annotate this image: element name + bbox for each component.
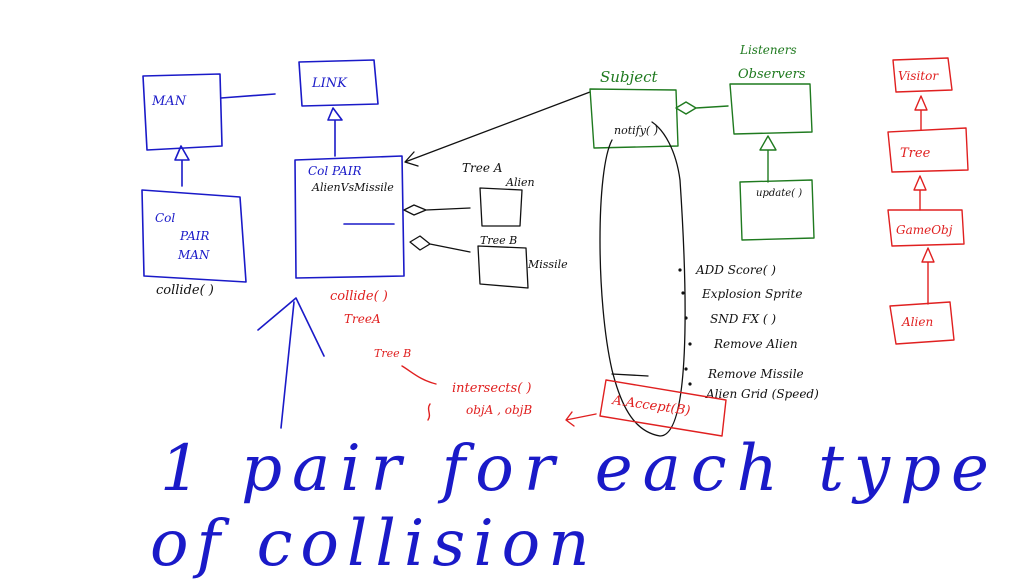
man-link-line	[220, 93, 276, 99]
alien-red-label: Alien	[901, 315, 933, 329]
observers-label: Observers	[738, 67, 806, 82]
visitor-label: Visitor	[898, 69, 939, 83]
col-pair-man-label-3: MAN	[177, 248, 210, 262]
objs-text: objA , objB	[466, 403, 532, 417]
tree-a-shape	[479, 187, 523, 227]
observers-box	[729, 83, 813, 135]
tree-label: Tree	[900, 146, 931, 161]
list-item-4: Remove Alien	[713, 337, 798, 351]
list-item-5: Remove Missile	[707, 367, 804, 381]
aggregation-tree-a	[403, 204, 471, 216]
gameobj-label: GameObj	[896, 223, 953, 237]
red-arrow-to-accept	[565, 411, 597, 427]
list-item-2: Explosion Sprite	[701, 287, 802, 301]
tree-a-red-text: TreeA	[344, 312, 381, 326]
tree-b-label: Tree B	[480, 234, 517, 247]
big-up-arrow	[257, 297, 325, 429]
man-box: MAN	[142, 73, 223, 151]
action-list: ADD Score( ) Explosion Sprite SND FX ( )…	[678, 263, 819, 401]
link-inherit-arrow	[327, 107, 343, 157]
col-pair-label-1: Col PAIR	[308, 164, 361, 178]
col-pair-man-label-2: PAIR	[179, 229, 209, 243]
big-text-line1: 1 pair for each type	[160, 432, 999, 506]
alien-small-label: Alien	[505, 176, 535, 189]
man-label: MAN	[151, 94, 187, 109]
red-arrow-to-intersect	[401, 365, 437, 385]
col-pair-label-2: AlienVsMissile	[311, 181, 394, 194]
collide-man-text: collide( )	[156, 283, 214, 298]
missile-small-label: Missile	[527, 258, 568, 271]
listeners-label: Listeners	[739, 43, 797, 57]
tree-inherit-arrow	[913, 175, 927, 211]
subject-long-curve	[599, 121, 686, 437]
list-item-1: ADD Score( )	[695, 263, 776, 277]
subject-box	[589, 88, 679, 149]
col-pair-man-label-1: Col	[155, 211, 175, 225]
update-label: update( )	[756, 188, 802, 199]
tree-b-shape	[477, 245, 529, 289]
subject-label: Subject	[600, 68, 658, 86]
aggregation-tree-b	[409, 235, 471, 253]
accept-text: A.Accept(B)	[610, 393, 691, 419]
link-label: LINK	[311, 76, 348, 91]
col-pair-box: Col PAIR AlienVsMissile	[294, 155, 405, 279]
intersects-text: intersects( )	[452, 381, 531, 396]
notify-label: notify( )	[614, 124, 658, 137]
tree-a-label: Tree A	[462, 161, 503, 175]
tree-b-red-text: Tree B	[374, 347, 411, 360]
link-box: LINK	[298, 59, 379, 107]
col-pair-man-box: Col PAIR MAN	[141, 189, 247, 283]
accept-underline	[611, 373, 649, 377]
col-pair-to-subject-arrow	[404, 91, 591, 167]
red-brace	[427, 403, 431, 421]
subject-observer-aggregation	[675, 101, 729, 115]
collide-red-text: collide( )	[330, 289, 388, 304]
visitor-inherit-arrow	[914, 95, 928, 131]
gameobj-inherit-arrow	[921, 247, 935, 305]
man-inherit-arrow	[174, 145, 190, 187]
whiteboard-canvas: MAN LINK Col PAIR MAN collide( ) Col PAI…	[141, 43, 999, 581]
observer-inherit-arrow	[759, 135, 777, 183]
list-item-3: SND FX ( )	[710, 312, 776, 326]
big-text-line2: of collision	[150, 507, 597, 581]
